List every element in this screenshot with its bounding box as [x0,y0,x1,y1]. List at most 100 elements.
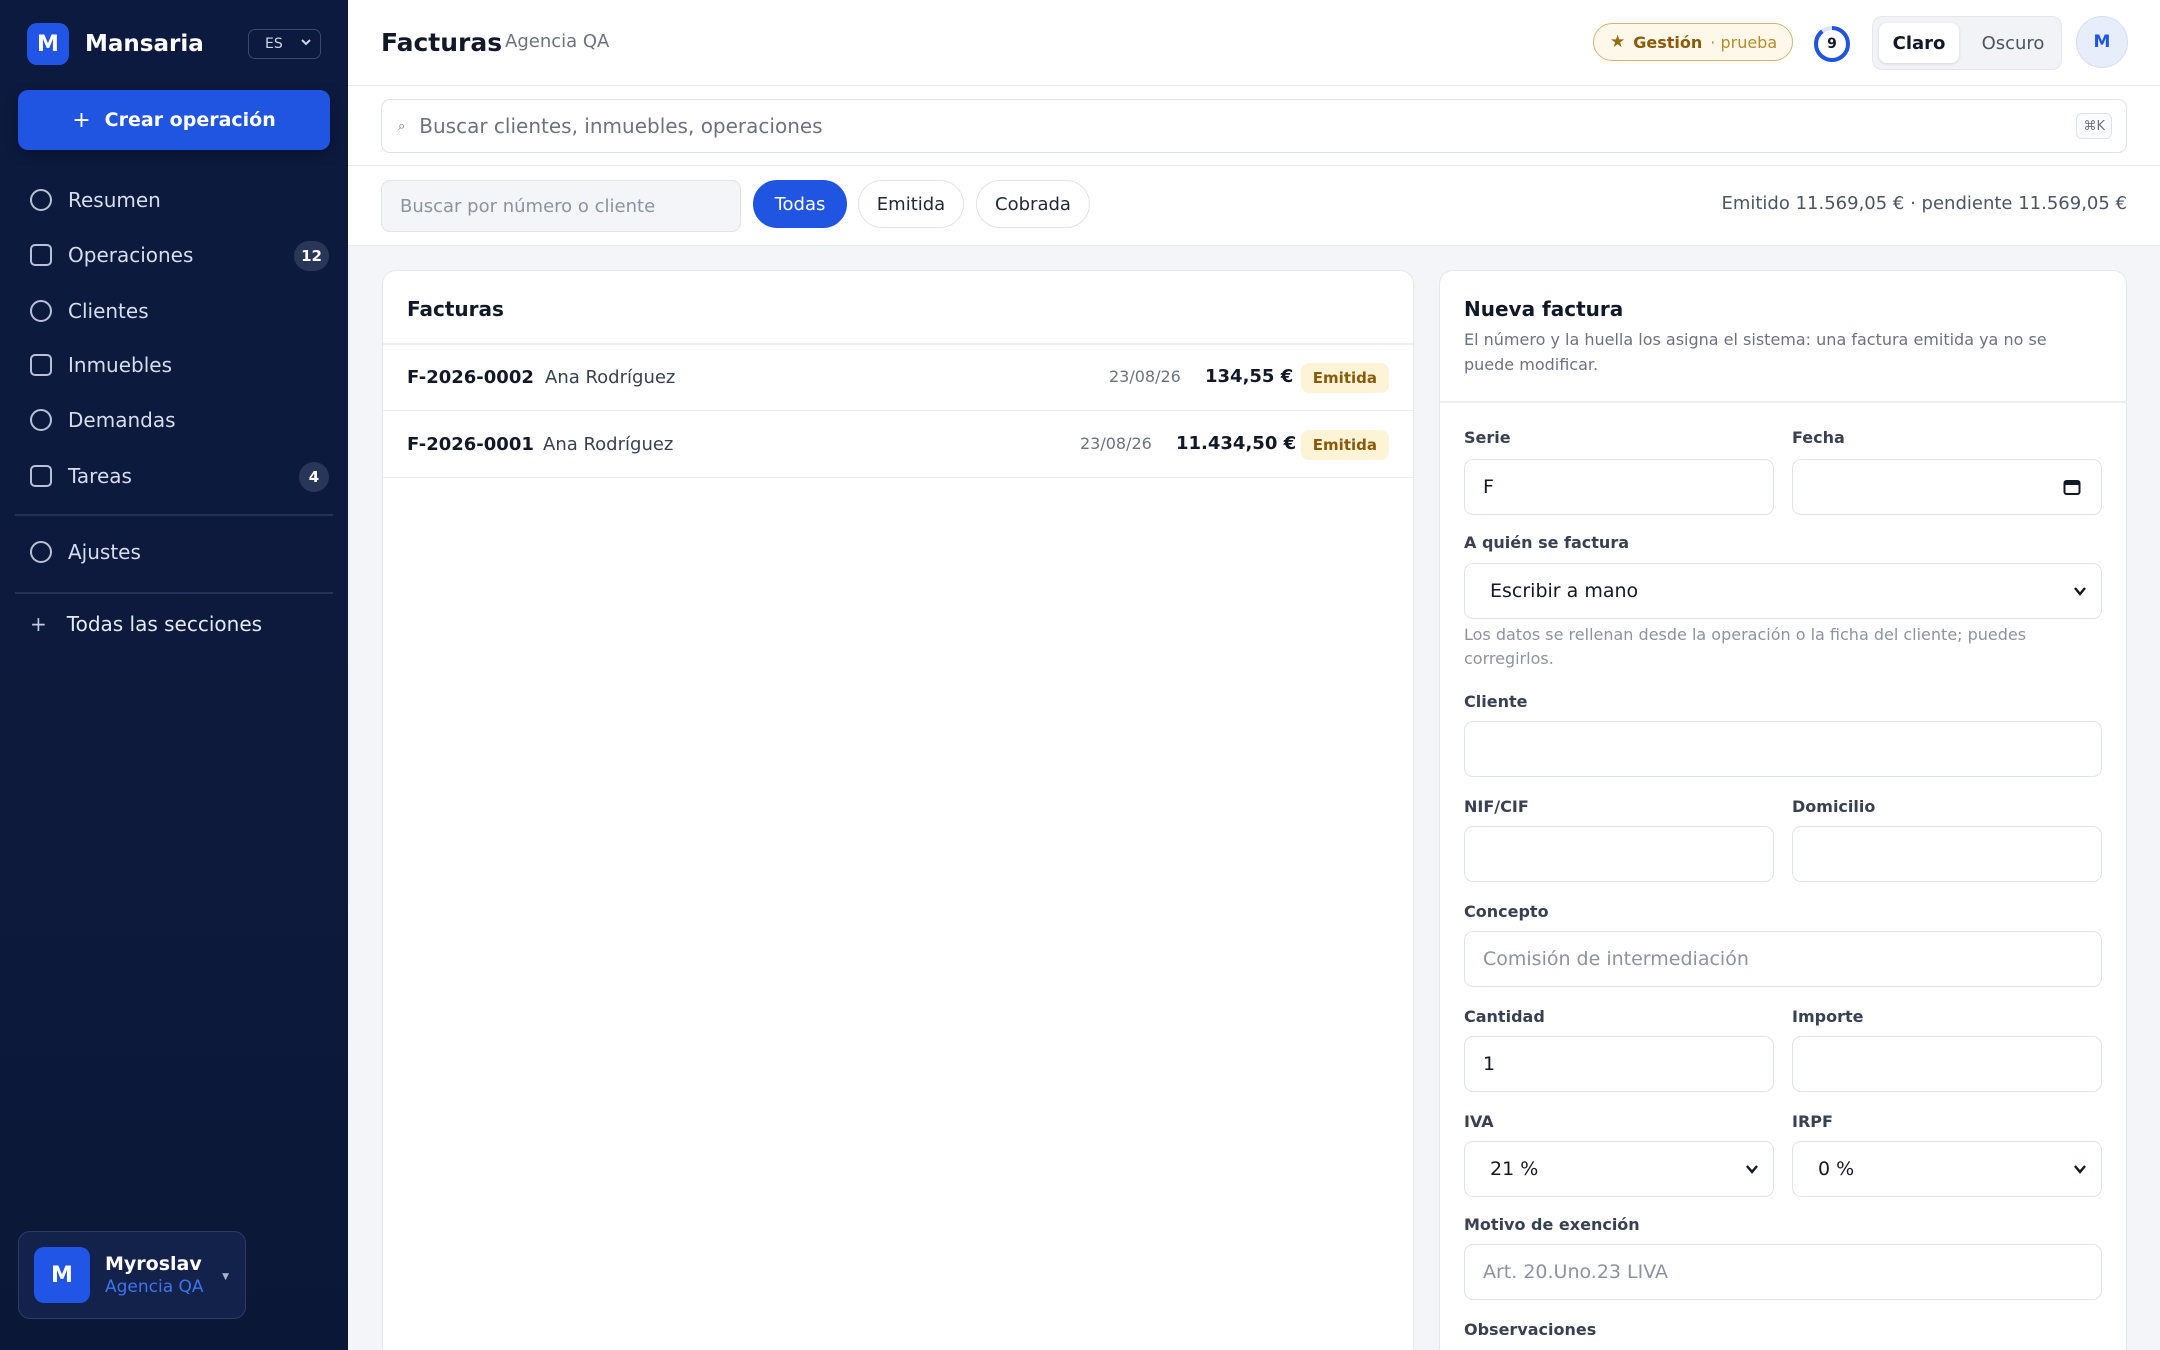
form-title: Nueva factura [1464,297,1624,321]
sidebar-item-resumen[interactable]: Resumen [15,176,333,224]
concepto-label: Concepto [1464,902,1549,921]
progress-count[interactable]: 9 [1813,25,1851,63]
importe-field[interactable] [1792,1036,2102,1092]
plus-icon: + [30,612,47,636]
circle-icon [30,189,52,211]
motivo-field[interactable]: Art. 20.Uno.23 LIVA [1464,1244,2102,1300]
domicilio-field[interactable] [1792,826,2102,882]
sidebar-item-tareas[interactable]: Tareas 4 [15,452,333,500]
filter-row: Todas Emitida Cobrada Emitido 11.569,05 … [348,166,2160,246]
sidebar-item-label: Resumen [68,188,161,212]
caret-down-icon: ▼ [222,1272,229,1282]
invoice-client: Ana Rodríguez [543,434,674,455]
brand-logo: M [27,23,69,65]
theme-toggle: Claro Oscuro [1872,16,2062,70]
irpf-value: 0 % [1818,1158,1855,1180]
invoice-client: Ana Rodríguez [545,367,676,388]
domicilio-label: Domicilio [1792,797,1876,816]
user-name: Myroslav [105,1253,202,1275]
filter-chip-cobrada[interactable]: Cobrada [976,180,1090,228]
bill-to-value: Escribir a mano [1490,580,1639,602]
divider [1440,401,2126,403]
cantidad-field[interactable]: 1 [1464,1036,1774,1092]
page-title: Facturas [381,28,503,57]
fecha-field[interactable] [1792,459,2102,515]
form-description: El número y la huella los asigna el sist… [1464,330,2047,374]
serie-label: Serie [1464,428,1511,447]
observaciones-label: Observaciones [1464,1320,1597,1339]
plus-icon: + [72,107,91,133]
sidebar-item-clientes[interactable]: Clientes [15,287,333,335]
serie-field[interactable]: F [1464,459,1774,515]
sidebar-item-label: Clientes [68,299,149,323]
irpf-select[interactable]: 0 % [1792,1141,2102,1197]
cliente-field[interactable] [1464,721,2102,777]
chevron-down-icon [301,39,311,46]
count-badge: 12 [294,241,329,271]
concepto-placeholder: Comisión de intermediación [1483,948,1749,970]
filter-chip-todas[interactable]: Todas [753,180,847,228]
global-search: ⌕ ⌘K [381,99,2127,153]
create-operation-label: Crear operación [104,109,276,131]
motivo-label: Motivo de exención [1464,1215,1640,1234]
serie-value: F [1483,476,1494,498]
new-invoice-form: Nueva factura El número y la huella los … [1439,270,2127,1350]
motivo-placeholder: Art. 20.Uno.23 LIVA [1483,1261,1669,1283]
language-value: ES [265,36,283,52]
theme-light-button[interactable]: Claro [1879,23,1959,63]
invoice-list-card: Facturas F-2026-0002 Ana Rodríguez 23/08… [382,270,1414,1350]
cantidad-label: Cantidad [1464,1007,1545,1026]
irpf-label: IRPF [1792,1112,1833,1131]
top-bar: Facturas Agencia QA ★ Gestión · prueba 9… [348,0,2160,86]
bill-to-help: Los datos se rellenan desde la operación… [1464,625,2027,668]
global-search-input[interactable] [419,114,1920,138]
brand-name: Mansaria [85,31,204,57]
sidebar-item-label: Operaciones [68,243,194,267]
language-select[interactable]: ES [248,29,321,59]
sidebar-item-operaciones[interactable]: Operaciones 12 [15,231,333,279]
chevron-down-icon [1746,1165,1758,1174]
calendar-icon[interactable] [2063,478,2081,496]
sidebar: M Mansaria ES + Crear operación Resumen … [0,0,348,1350]
account-avatar[interactable]: M [2076,16,2128,68]
star-icon: ★ [1610,32,1626,52]
invoice-amount: 134,55 € [1205,366,1294,387]
chevron-down-icon [2074,587,2086,596]
sidebar-item-ajustes[interactable]: Ajustes [15,528,333,576]
square-icon [30,354,52,376]
user-menu[interactable]: M Myroslav Agencia QA ▼ [18,1231,246,1319]
avatar: M [34,1247,90,1303]
all-sections-link[interactable]: + Todas las secciones [30,612,262,636]
count-badge: 4 [299,462,329,492]
invoice-filter-input[interactable] [381,180,741,232]
sidebar-item-demandas[interactable]: Demandas [15,396,333,444]
importe-label: Importe [1792,1007,1864,1026]
divider [15,592,333,594]
bill-to-select[interactable]: Escribir a mano [1464,563,2102,619]
invoice-totals: Emitido 11.569,05 € · pendiente 11.569,0… [1721,193,2127,214]
theme-dark-button[interactable]: Oscuro [1969,23,2057,63]
create-operation-button[interactable]: + Crear operación [18,90,330,150]
divider [15,514,333,516]
invoice-amount: 11.434,50 € [1176,433,1297,454]
nif-field[interactable] [1464,826,1774,882]
sidebar-item-inmuebles[interactable]: Inmuebles [15,341,333,389]
square-icon [30,465,52,487]
invoice-date: 23/08/26 [1080,434,1152,453]
shortcut-hint: ⌘K [2076,113,2112,139]
brand[interactable]: M Mansaria [27,23,204,65]
invoice-list-title: Facturas [407,297,504,321]
plan-badge[interactable]: ★ Gestión · prueba [1593,23,1793,61]
circle-icon [30,300,52,322]
plan-trial: · prueba [1710,32,1778,52]
cantidad-value: 1 [1483,1053,1496,1075]
invoice-row[interactable]: F-2026-0001 Ana Rodríguez 23/08/26 11.43… [383,412,1413,478]
nif-label: NIF/CIF [1464,797,1529,816]
invoice-row[interactable]: F-2026-0002 Ana Rodríguez 23/08/26 134,5… [383,345,1413,411]
plan-name: Gestión [1633,32,1703,52]
filter-chip-emitida[interactable]: Emitida [858,180,964,228]
concepto-field[interactable]: Comisión de intermediación [1464,931,2102,987]
invoice-number: F-2026-0002 [407,367,534,388]
iva-select[interactable]: 21 % [1464,1141,1774,1197]
search-row: ⌕ ⌘K [348,86,2160,166]
